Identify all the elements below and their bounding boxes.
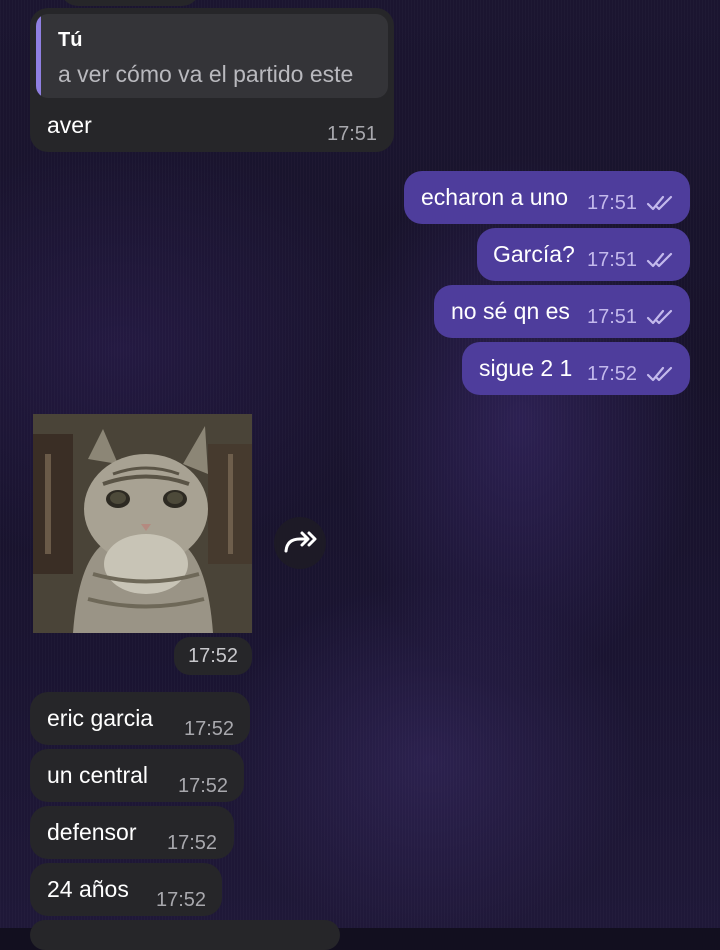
partial-message-bubble[interactable]: [30, 920, 340, 950]
message-time: 17:52: [178, 775, 229, 797]
message-bubble[interactable]: un central 17:52: [30, 749, 244, 802]
double-check-icon: [646, 309, 673, 325]
message-bubble[interactable]: defensor 17:52: [30, 806, 234, 859]
photo-time-badge: 17:52: [174, 637, 252, 675]
message-text: echaron a uno: [421, 184, 569, 210]
message-time: 17:51: [587, 306, 638, 328]
message-time: 17:52: [184, 718, 235, 740]
message-text: sigue 2 1: [479, 355, 573, 381]
reply-author: Tú: [58, 29, 83, 51]
double-check-icon: [646, 366, 673, 382]
reply-accent-bar: [36, 14, 41, 98]
double-check-icon: [646, 195, 673, 211]
reply-text: a ver cómo va el partido este: [58, 61, 354, 87]
partial-message-bubble[interactable]: [60, 0, 200, 6]
message-text: 24 años: [47, 876, 129, 902]
message-bubble[interactable]: sigue 2 1 17:52: [462, 342, 690, 395]
message-text: aver: [47, 112, 92, 138]
cat-image: [33, 414, 252, 633]
message-time: 17:51: [587, 192, 638, 214]
message-bubble[interactable]: García? 17:51: [477, 228, 690, 281]
message-text: defensor: [47, 819, 137, 845]
message-text: un central: [47, 762, 149, 788]
forward-button[interactable]: [274, 517, 326, 569]
message-text: no sé qn es: [451, 298, 570, 324]
message-bubble[interactable]: no sé qn es 17:51: [434, 285, 690, 338]
message-time: 17:52: [587, 363, 638, 385]
message-bubble[interactable]: eric garcia 17:52: [30, 692, 250, 745]
reply-quote[interactable]: Tú a ver cómo va el partido este: [36, 14, 388, 98]
cat-photo[interactable]: [33, 414, 252, 633]
message-time: 17:52: [167, 832, 218, 854]
message-text: eric garcia: [47, 705, 154, 731]
forward-icon: [284, 531, 317, 553]
message-bubble[interactable]: echaron a uno 17:51: [404, 171, 690, 224]
message-bubble[interactable]: Tú a ver cómo va el partido este aver 17…: [30, 8, 394, 152]
message-time: 17:52: [156, 889, 207, 911]
message-bubble[interactable]: 24 años 17:52: [30, 863, 222, 916]
double-check-icon: [646, 252, 673, 268]
message-time: 17:51: [327, 123, 378, 145]
message-text: García?: [493, 241, 575, 267]
message-time: 17:51: [587, 249, 638, 271]
